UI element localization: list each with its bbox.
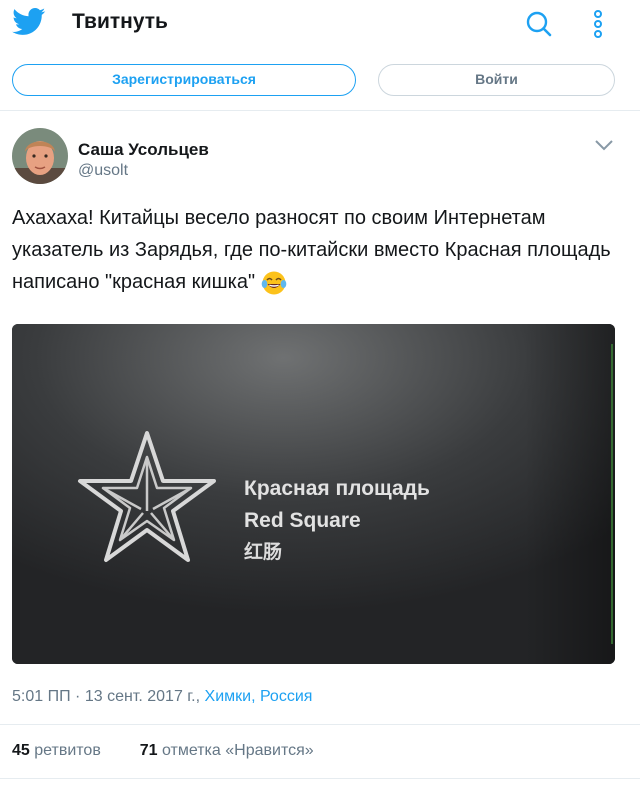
tweet-body: Ахахаха! Китайцы весело разносят по свои… bbox=[12, 207, 611, 293]
login-button[interactable]: Войти bbox=[378, 64, 615, 96]
retweets-label: ретвитов bbox=[34, 742, 101, 759]
location-link[interactable]: Химки, Россия bbox=[205, 688, 313, 705]
retweets-count: 45 bbox=[12, 742, 30, 759]
divider bbox=[0, 724, 640, 725]
retweets-stat[interactable]: 45 ретвитов bbox=[12, 742, 101, 759]
divider bbox=[0, 110, 640, 111]
tweet-date[interactable]: 13 сент. 2017 г., bbox=[85, 688, 200, 705]
likes-stat[interactable]: 71 отметка «Нравится» bbox=[140, 742, 314, 759]
meta-separator: · bbox=[75, 688, 81, 705]
sign-text-chinese: 红肠 bbox=[244, 540, 282, 563]
likes-count: 71 bbox=[139, 742, 158, 759]
tweet-text: Ахахаха! Китайцы весело разносят по свои… bbox=[12, 202, 622, 298]
sign-text-russian: Красная площадь bbox=[244, 477, 430, 500]
likes-label: отметка «Нравится» bbox=[161, 742, 314, 759]
top-bar: Твитнуть bbox=[0, 0, 640, 46]
more-vertical-icon[interactable] bbox=[588, 9, 608, 39]
tweet-stats: 45 ретвитов 71 отметка «Нравится» bbox=[12, 742, 314, 760]
twitter-bird-icon[interactable] bbox=[12, 8, 46, 36]
tweet-timestamp: 5:01 ПП · 13 сент. 2017 г., Химки, Росси… bbox=[12, 688, 312, 706]
divider bbox=[0, 778, 640, 779]
tears-of-joy-emoji-icon bbox=[261, 271, 287, 295]
page-title: Твитнуть bbox=[72, 10, 168, 33]
search-icon[interactable] bbox=[524, 9, 554, 39]
tweet-time[interactable]: 5:01 ПП bbox=[12, 688, 71, 705]
signup-button[interactable]: Зарегистрироваться bbox=[12, 64, 356, 96]
tweet-photo[interactable]: Красная площадь Red Square 红肠 bbox=[12, 324, 615, 664]
sign-text-english: Red Square bbox=[244, 509, 361, 532]
chevron-down-icon[interactable] bbox=[593, 137, 615, 153]
author-handle[interactable]: @usolt bbox=[78, 162, 128, 180]
avatar[interactable] bbox=[12, 128, 68, 184]
author-name[interactable]: Саша Усольцев bbox=[78, 140, 209, 160]
